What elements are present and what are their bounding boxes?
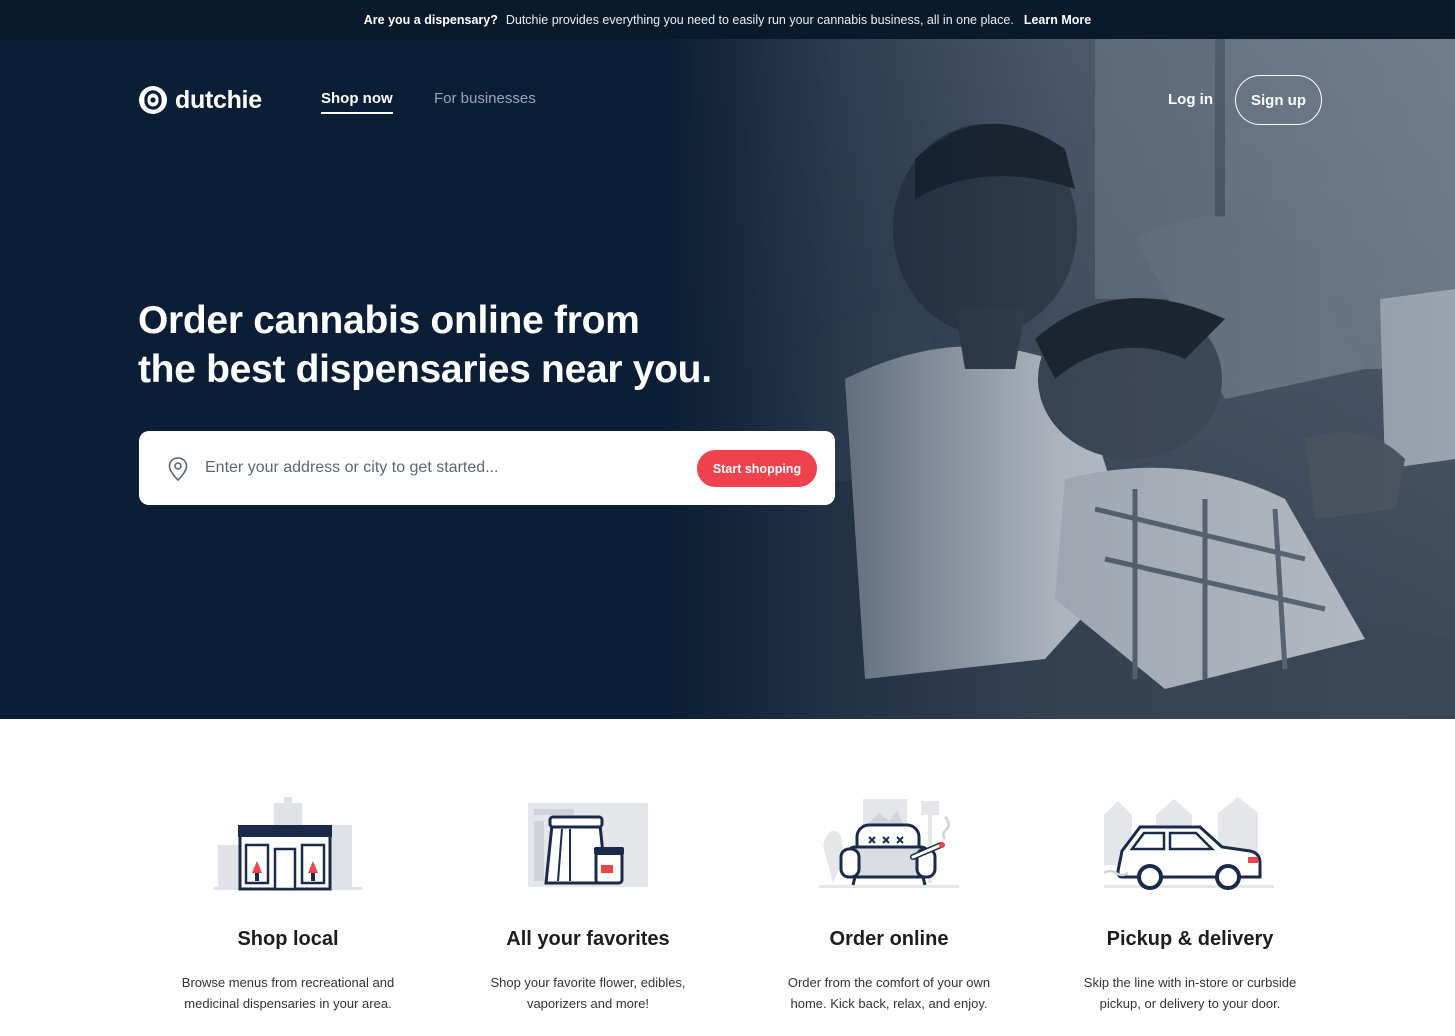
dutchie-logo[interactable]: dutchie [138, 85, 262, 115]
feature-description: Shop your favorite flower, edibles, vapor… [463, 972, 713, 1014]
address-input[interactable] [205, 451, 685, 485]
couch-icon [815, 795, 963, 900]
feature-desc-line-2: vaporizers and more! [526, 996, 650, 1011]
feature-desc-line-1: Order from the comfort of your own [787, 975, 991, 990]
signup-button[interactable]: Sign up [1235, 75, 1322, 125]
learn-more-link[interactable]: Learn More [1024, 13, 1091, 27]
feature-description: Skip the line with in-store or curbside p… [1065, 972, 1315, 1014]
feature-title: Pickup & delivery [1106, 928, 1274, 950]
start-shopping-button[interactable]: Start shopping [697, 450, 817, 487]
banner-message: Dutchie provides everything you need to … [505, 12, 1014, 27]
feature-desc-line-2: home. Kick back, relax, and enjoy. [790, 996, 988, 1011]
storefront-icon [214, 795, 362, 900]
nav-for-businesses[interactable]: For businesses [434, 90, 536, 107]
feature-title: Order online [829, 928, 949, 950]
feature-title: Shop local [237, 928, 339, 950]
feature-desc-line-2: medicinal dispensaries in your area. [184, 996, 392, 1011]
features-section: Shop local Browse menus from recreationa… [0, 719, 1455, 1036]
logo-wordmark: dutchie [175, 85, 262, 114]
hero-photo [665, 39, 1455, 719]
banner-question: Are you a dispensary? [363, 12, 498, 27]
feature-description: Browse menus from recreational and medici… [163, 972, 413, 1014]
hero-headline: Order cannabis online from the best disp… [138, 296, 778, 394]
address-search-bar: Start shopping [139, 431, 835, 505]
login-link[interactable]: Log in [1168, 91, 1213, 108]
headline-line-1: Order cannabis online from [138, 299, 640, 342]
shopping-bag-icon [514, 795, 662, 900]
nav-shop-now[interactable]: Shop now [321, 90, 393, 114]
feature-title: All your favorites [506, 928, 670, 950]
feature-desc-line-2: pickup, or delivery to your door. [1099, 996, 1281, 1011]
feature-desc-line-1: Skip the line with in-store or curbside [1083, 975, 1297, 990]
feature-desc-line-1: Shop your favorite flower, edibles, [490, 975, 686, 990]
car-icon [1103, 795, 1274, 900]
feature-description: Order from the comfort of your own home. … [764, 972, 1014, 1014]
feature-desc-line-1: Browse menus from recreational and [181, 975, 395, 990]
location-pin-icon [167, 456, 189, 487]
announcement-bar: Are you a dispensary? Dutchie provides e… [0, 0, 1455, 39]
headline-line-2: the best dispensaries near you. [138, 348, 712, 391]
dutchie-logo-icon [139, 86, 167, 114]
hero-section: dutchie Shop now For businesses Log in S… [0, 39, 1455, 719]
